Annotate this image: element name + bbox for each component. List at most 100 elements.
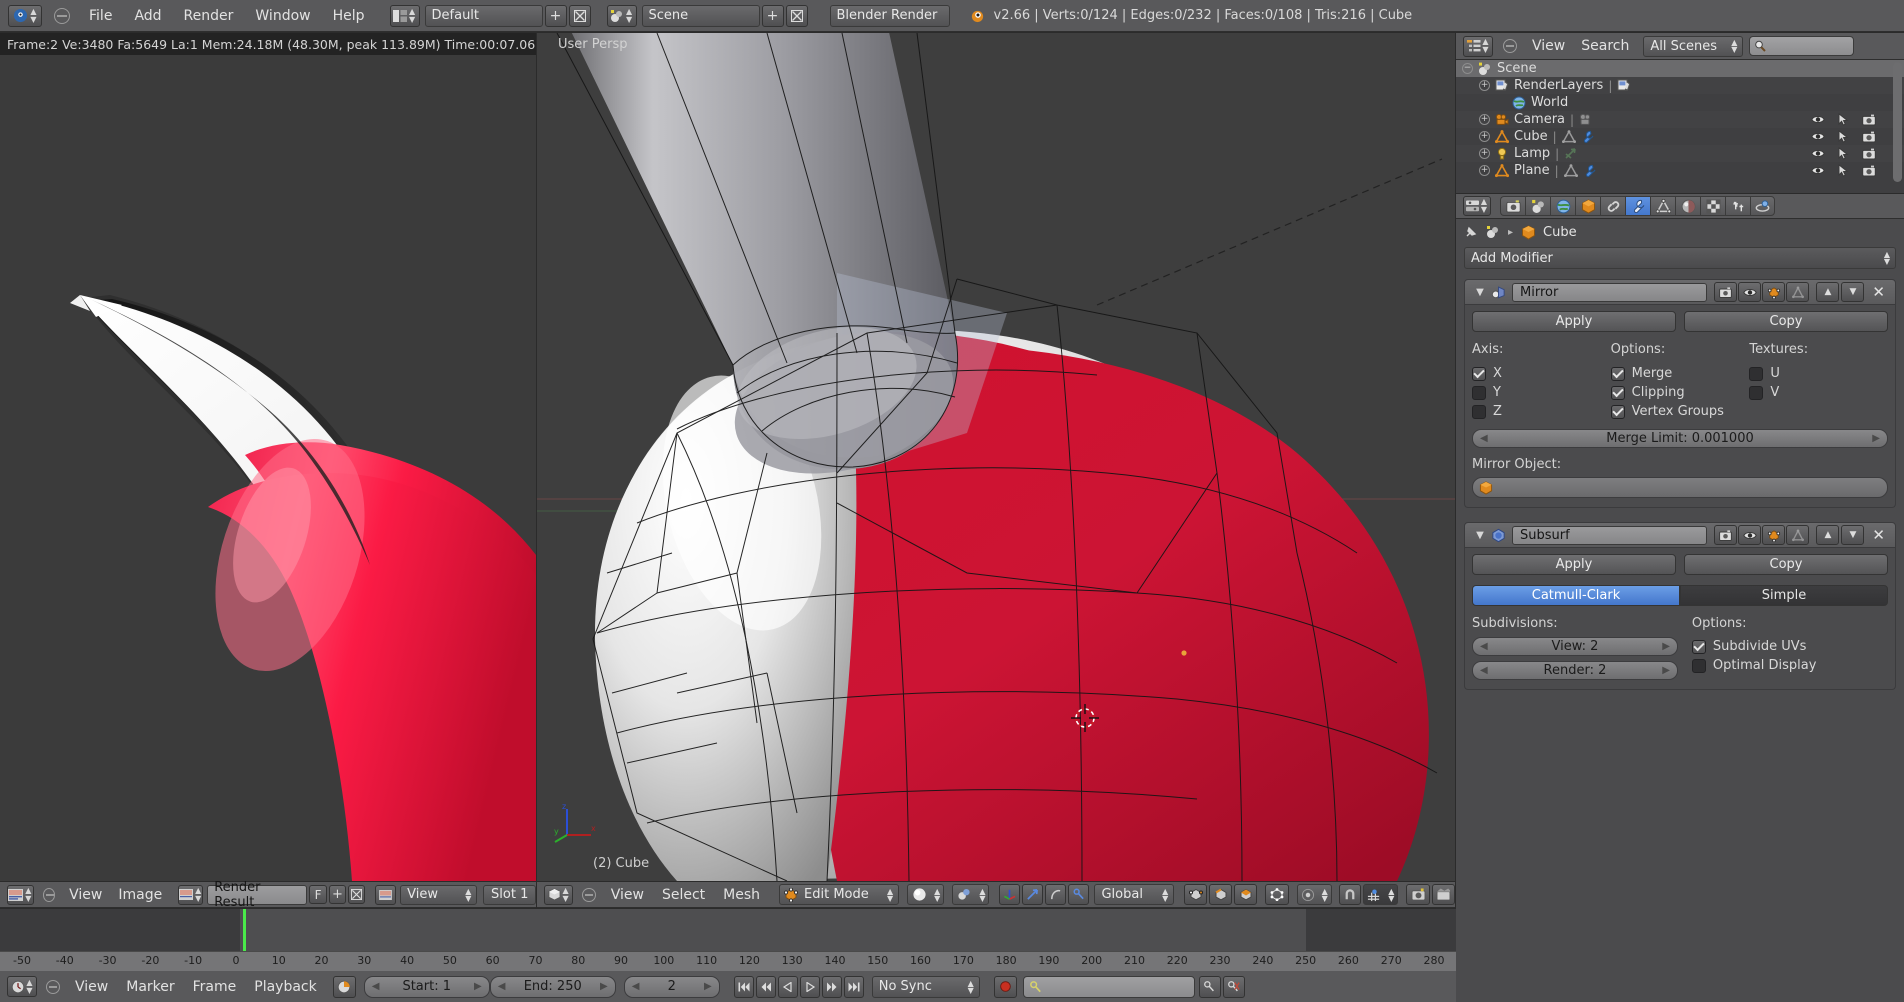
jump-end-icon[interactable] [843, 975, 864, 998]
timeline-menu-marker[interactable]: Marker [117, 979, 183, 995]
mirror-object-field[interactable] [1472, 477, 1888, 498]
animation-data-icon[interactable] [1564, 147, 1578, 161]
viewport-3d-area[interactable]: User Persp x y z (2) Cube [537, 33, 1455, 881]
oncage-toggle-icon[interactable] [1786, 525, 1810, 545]
jump-start-icon[interactable] [733, 975, 754, 998]
view-datablock-icon[interactable] [374, 884, 397, 905]
checkbox-row[interactable]: Subdivide UVs [1691, 637, 1888, 656]
image-view-mode[interactable]: View ▲ ▼ [400, 884, 478, 905]
subdiv-type-catmull-clark[interactable]: Catmull-Clark [1472, 585, 1680, 606]
properties-editor-icon[interactable]: ▲ ▼ [1463, 196, 1491, 216]
face-select-icon[interactable] [1234, 884, 1258, 905]
subdiv-type-simple[interactable]: Simple [1680, 585, 1888, 606]
checkbox-row[interactable]: Clipping [1610, 383, 1750, 402]
checkbox-subdivide-uvs[interactable] [1691, 639, 1706, 654]
editmode-toggle-icon[interactable] [1762, 282, 1786, 302]
new-scene-button[interactable]: + [761, 4, 784, 27]
camera-render-icon[interactable] [1862, 131, 1876, 143]
record-icon[interactable] [993, 975, 1017, 998]
render-opengl-icon[interactable] [1406, 884, 1430, 905]
screen-layout-icon[interactable]: ▲ ▼ [389, 4, 420, 27]
edge-select-icon[interactable] [1209, 884, 1233, 905]
unlink-image-button[interactable] [347, 885, 365, 904]
outliner-row-plane[interactable]: + Plane | [1456, 162, 1904, 179]
world-tab[interactable] [1550, 196, 1575, 216]
move-up-button[interactable]: ▲ [1816, 282, 1840, 302]
checkbox-row[interactable]: Optimal Display [1691, 656, 1888, 675]
manipulator-toggle-icon[interactable] [999, 884, 1021, 905]
proportional-edit-dropdown[interactable]: ▲ ▼ [1296, 884, 1332, 905]
render-toggle-icon[interactable] [1714, 525, 1738, 545]
play-icon[interactable] [799, 975, 820, 998]
collapse-menu-icon[interactable] [54, 7, 70, 24]
texture-tab[interactable] [1700, 196, 1725, 216]
apply-button[interactable]: Apply [1472, 311, 1676, 332]
wrench-modifier-icon[interactable] [1583, 164, 1597, 178]
collapse-menu-icon[interactable] [42, 887, 56, 902]
image-menu-view[interactable]: View [61, 887, 110, 903]
render-opengl-anim-icon[interactable] [1431, 884, 1455, 905]
expand-toggle-icon[interactable]: + [1479, 80, 1490, 91]
outliner-menu-view[interactable]: View [1524, 38, 1573, 54]
view3d-menu-select[interactable]: Select [653, 887, 714, 903]
view3d-editor-icon[interactable]: ▲ ▼ [544, 884, 574, 905]
timeline-playhead[interactable] [243, 909, 247, 951]
move-up-button[interactable]: ▲ [1816, 525, 1840, 545]
interaction-mode-dropdown[interactable]: Edit Mode ▲ ▼ [779, 884, 900, 905]
timeline-menu-playback[interactable]: Playback [245, 979, 325, 995]
auto-keyframe-icon[interactable] [332, 975, 356, 998]
checkbox-row[interactable]: Z [1472, 402, 1611, 421]
render-tab[interactable] [1500, 196, 1525, 216]
wrench-modifier-icon[interactable] [1581, 130, 1595, 144]
outliner-search-field[interactable] [1749, 36, 1855, 56]
outliner-row-lamp[interactable]: + Lamp | [1456, 145, 1904, 162]
mesh-data-icon[interactable] [1561, 129, 1576, 144]
menu-help[interactable]: Help [322, 8, 376, 24]
screen-layout-dropdown[interactable]: Default [424, 4, 543, 27]
snap-element-dropdown[interactable]: ▲ ▼ [1363, 884, 1399, 905]
add-modifier-button[interactable]: Add Modifier ▲ ▼ [1464, 247, 1896, 269]
pin-icon[interactable] [1464, 225, 1478, 239]
oncage-toggle-icon[interactable] [1786, 282, 1810, 302]
outliner-menu-search[interactable]: Search [1573, 38, 1637, 54]
collapse-menu-icon[interactable] [1503, 39, 1517, 53]
expand-toggle-icon[interactable]: + [1479, 148, 1490, 159]
eye-icon[interactable] [1811, 148, 1825, 159]
menu-render[interactable]: Render [173, 8, 245, 24]
editmode-toggle-icon[interactable] [1762, 525, 1786, 545]
camera-render-icon[interactable] [1862, 114, 1876, 126]
new-screen-button[interactable]: + [544, 4, 567, 27]
physics-tab[interactable] [1750, 196, 1775, 216]
blender-logo-icon[interactable]: ▲ ▼ [8, 4, 42, 27]
chevron-down-icon[interactable]: ▼ [1469, 287, 1491, 298]
sync-mode-dropdown[interactable]: No Sync ▲ ▼ [871, 975, 980, 998]
checkbox-row[interactable]: X [1472, 364, 1611, 383]
delete-keyframe-icon[interactable] [1222, 975, 1245, 998]
subdiv-render-field[interactable]: ◀ Render: 2 ▶ [1472, 661, 1678, 680]
modifier-header[interactable]: ▼ Subsurf ▲ ▼ ✕ [1464, 522, 1896, 548]
expand-toggle-icon[interactable]: + [1479, 131, 1490, 142]
viewport-shading-dropdown[interactable]: ▲ ▼ [907, 884, 945, 905]
move-down-button[interactable]: ▼ [1841, 525, 1865, 545]
pivot-point-dropdown[interactable]: ▲ ▼ [952, 884, 990, 905]
material-tab[interactable] [1675, 196, 1700, 216]
snap-magnet-icon[interactable] [1338, 884, 1362, 905]
outliner-scrollbar[interactable] [1893, 62, 1902, 182]
outliner-display-mode[interactable]: All Scenes ▲ ▼ [1643, 35, 1744, 57]
expand-toggle-icon[interactable]: + [1479, 165, 1490, 176]
copy-button[interactable]: Copy [1684, 554, 1888, 575]
image-name-field[interactable]: Render Result [207, 880, 308, 910]
checkbox-x[interactable] [1472, 366, 1486, 381]
realtime-eye-icon[interactable] [1738, 282, 1762, 302]
rotate-manipulator-icon[interactable] [1045, 884, 1067, 905]
delete-scene-button[interactable] [785, 4, 808, 27]
move-down-button[interactable]: ▼ [1841, 282, 1865, 302]
checkbox-row[interactable]: Y [1472, 383, 1611, 402]
collapse-toggle-icon[interactable]: − [1462, 63, 1473, 74]
timeline-editor-icon[interactable]: ▲ ▼ [7, 976, 37, 997]
checkbox-v[interactable] [1749, 385, 1764, 400]
keying-set-field[interactable] [1022, 975, 1195, 998]
outliner-row-scene[interactable]: − Scene [1456, 60, 1904, 77]
new-image-button[interactable]: + [329, 885, 346, 904]
view3d-menu-view[interactable]: View [602, 887, 653, 903]
